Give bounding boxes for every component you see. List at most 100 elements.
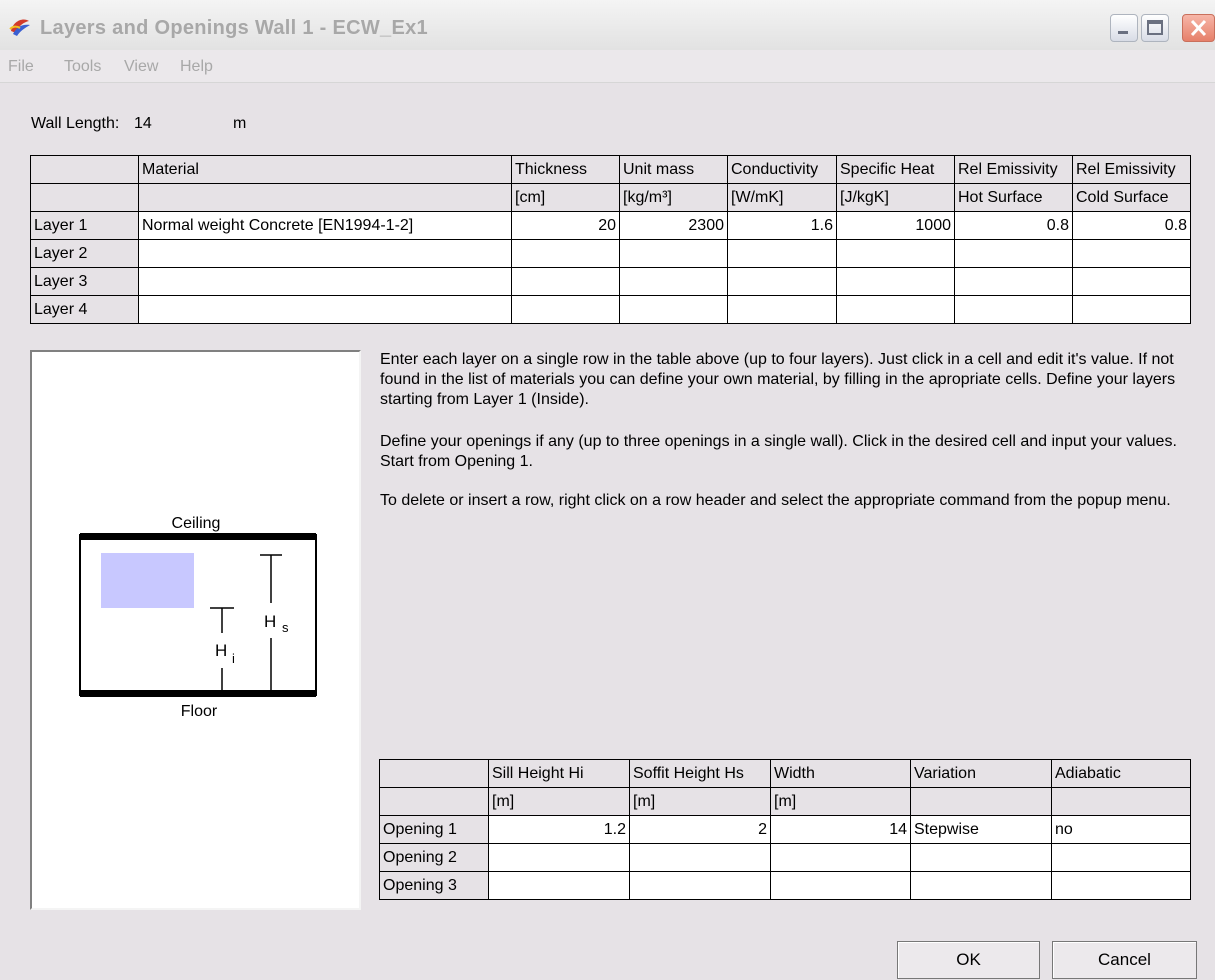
cell-conductivity[interactable] xyxy=(727,295,837,324)
unit-material xyxy=(138,183,512,212)
cell-soffit-height[interactable] xyxy=(629,871,771,900)
layers-table: Material Thickness Unit mass Conductivit… xyxy=(30,155,1191,324)
cell-unit-mass[interactable] xyxy=(619,239,728,268)
cell-unit-mass[interactable] xyxy=(619,267,728,296)
opening-row: Opening 1 1.2 2 14 Stepwise no xyxy=(379,815,1191,844)
wall-length-input[interactable]: 14 xyxy=(134,115,152,133)
cell-sill-height[interactable] xyxy=(488,871,630,900)
row-header-opening-2[interactable]: Opening 2 xyxy=(379,843,489,872)
cell-specific-heat[interactable] xyxy=(836,239,955,268)
unit-specific-heat: [J/kgK] xyxy=(836,183,955,212)
cell-conductivity[interactable] xyxy=(727,239,837,268)
floor-line xyxy=(80,690,316,697)
app-icon xyxy=(9,19,30,36)
openings-table: Sill Height Hi Soffit Height Hs Width Va… xyxy=(379,759,1191,900)
wall-length-label: Wall Length: xyxy=(31,115,120,132)
cell-conductivity[interactable]: 1.6 xyxy=(727,211,837,240)
cell-thickness[interactable] xyxy=(511,239,620,268)
col-header-soffit-height: Soffit Height Hs xyxy=(629,759,771,788)
menu-file[interactable]: File xyxy=(8,58,34,76)
cell-specific-heat[interactable]: 1000 xyxy=(836,211,955,240)
cell-material[interactable] xyxy=(138,295,512,324)
maximize-button[interactable] xyxy=(1141,14,1169,42)
row-header-layer-3[interactable]: Layer 3 xyxy=(30,267,139,296)
row-header-layer-2[interactable]: Layer 2 xyxy=(30,239,139,268)
col-header-specific-heat: Specific Heat xyxy=(836,155,955,184)
col-header-thickness: Thickness xyxy=(511,155,620,184)
unit-emissivity-cold: Cold Surface xyxy=(1072,183,1191,212)
cell-emissivity-cold[interactable] xyxy=(1072,295,1191,324)
title-bar: Layers and Openings Wall 1 - ECW_Ex1 xyxy=(0,0,1215,51)
unit-variation xyxy=(910,787,1052,816)
cell-emissivity-cold[interactable] xyxy=(1072,267,1191,296)
cell-adiabatic[interactable] xyxy=(1051,871,1191,900)
cell-variation[interactable] xyxy=(910,871,1052,900)
layers-header-row: Material Thickness Unit mass Conductivit… xyxy=(30,155,1191,184)
cell-unit-mass[interactable]: 2300 xyxy=(619,211,728,240)
hi-label: H xyxy=(215,641,227,660)
cell-specific-heat[interactable] xyxy=(836,267,955,296)
cell-width[interactable] xyxy=(770,871,911,900)
menu-view[interactable]: View xyxy=(124,58,158,76)
unit-thickness: [cm] xyxy=(511,183,620,212)
col-header-width: Width xyxy=(770,759,911,788)
instruction-openings: Define your openings if any (up to three… xyxy=(380,433,1177,470)
cell-emissivity-hot[interactable] xyxy=(954,267,1073,296)
menu-tools[interactable]: Tools xyxy=(64,58,101,76)
ok-button[interactable]: OK xyxy=(897,941,1040,979)
cell-adiabatic[interactable] xyxy=(1051,843,1191,872)
col-header-variation: Variation xyxy=(910,759,1052,788)
opening-row: Opening 2 xyxy=(379,843,1191,872)
row-header-layer-1[interactable]: Layer 1 xyxy=(30,211,139,240)
col-header-unit-mass: Unit mass xyxy=(619,155,728,184)
unit-sill-height: [m] xyxy=(488,787,630,816)
cell-conductivity[interactable] xyxy=(727,267,837,296)
cell-emissivity-cold[interactable] xyxy=(1072,239,1191,268)
unit-width: [m] xyxy=(770,787,911,816)
cell-thickness[interactable] xyxy=(511,295,620,324)
cell-soffit-height[interactable]: 2 xyxy=(629,815,771,844)
col-header-conductivity: Conductivity xyxy=(727,155,837,184)
instruction-layers: Enter each layer on a single row in the … xyxy=(380,351,1176,408)
close-button[interactable] xyxy=(1182,14,1215,42)
col-header-emissivity-cold: Rel Emissivity xyxy=(1072,155,1191,184)
cell-unit-mass[interactable] xyxy=(619,295,728,324)
opening-row: Opening 3 xyxy=(379,871,1191,900)
cell-sill-height[interactable]: 1.2 xyxy=(488,815,630,844)
row-header-opening-1[interactable]: Opening 1 xyxy=(379,815,489,844)
cell-thickness[interactable] xyxy=(511,267,620,296)
cell-emissivity-cold[interactable]: 0.8 xyxy=(1072,211,1191,240)
cell-emissivity-hot[interactable]: 0.8 xyxy=(954,211,1073,240)
openings-header-row: Sill Height Hi Soffit Height Hs Width Va… xyxy=(379,759,1191,788)
wall-diagram: Ceiling H s H i Floor xyxy=(30,350,361,910)
units-corner-cell xyxy=(30,183,139,212)
col-header-adiabatic: Adiabatic xyxy=(1051,759,1191,788)
unit-soffit-height: [m] xyxy=(629,787,771,816)
layer-row: Layer 1 Normal weight Concrete [EN1994-1… xyxy=(30,211,1191,240)
hs-label: H xyxy=(264,612,276,631)
cell-specific-heat[interactable] xyxy=(836,295,955,324)
floor-label: Floor xyxy=(181,703,218,720)
wall-length-unit: m xyxy=(233,115,247,132)
minimize-button[interactable] xyxy=(1110,14,1138,42)
cell-emissivity-hot[interactable] xyxy=(954,239,1073,268)
cell-adiabatic[interactable]: no xyxy=(1051,815,1191,844)
row-header-layer-4[interactable]: Layer 4 xyxy=(30,295,139,324)
cell-variation[interactable]: Stepwise xyxy=(910,815,1052,844)
cancel-button[interactable]: Cancel xyxy=(1052,941,1197,979)
cell-variation[interactable] xyxy=(910,843,1052,872)
close-icon xyxy=(1190,19,1207,37)
cell-emissivity-hot[interactable] xyxy=(954,295,1073,324)
menu-help[interactable]: Help xyxy=(180,58,213,76)
cell-material[interactable] xyxy=(138,239,512,268)
cell-sill-height[interactable] xyxy=(488,843,630,872)
col-header-emissivity-hot: Rel Emissivity xyxy=(954,155,1073,184)
row-header-opening-3[interactable]: Opening 3 xyxy=(379,871,489,900)
cell-material[interactable]: Normal weight Concrete [EN1994-1-2] xyxy=(138,211,512,240)
cell-thickness[interactable]: 20 xyxy=(511,211,620,240)
maximize-icon xyxy=(1147,20,1163,35)
cell-material[interactable] xyxy=(138,267,512,296)
cell-width[interactable]: 14 xyxy=(770,815,911,844)
cell-soffit-height[interactable] xyxy=(629,843,771,872)
cell-width[interactable] xyxy=(770,843,911,872)
